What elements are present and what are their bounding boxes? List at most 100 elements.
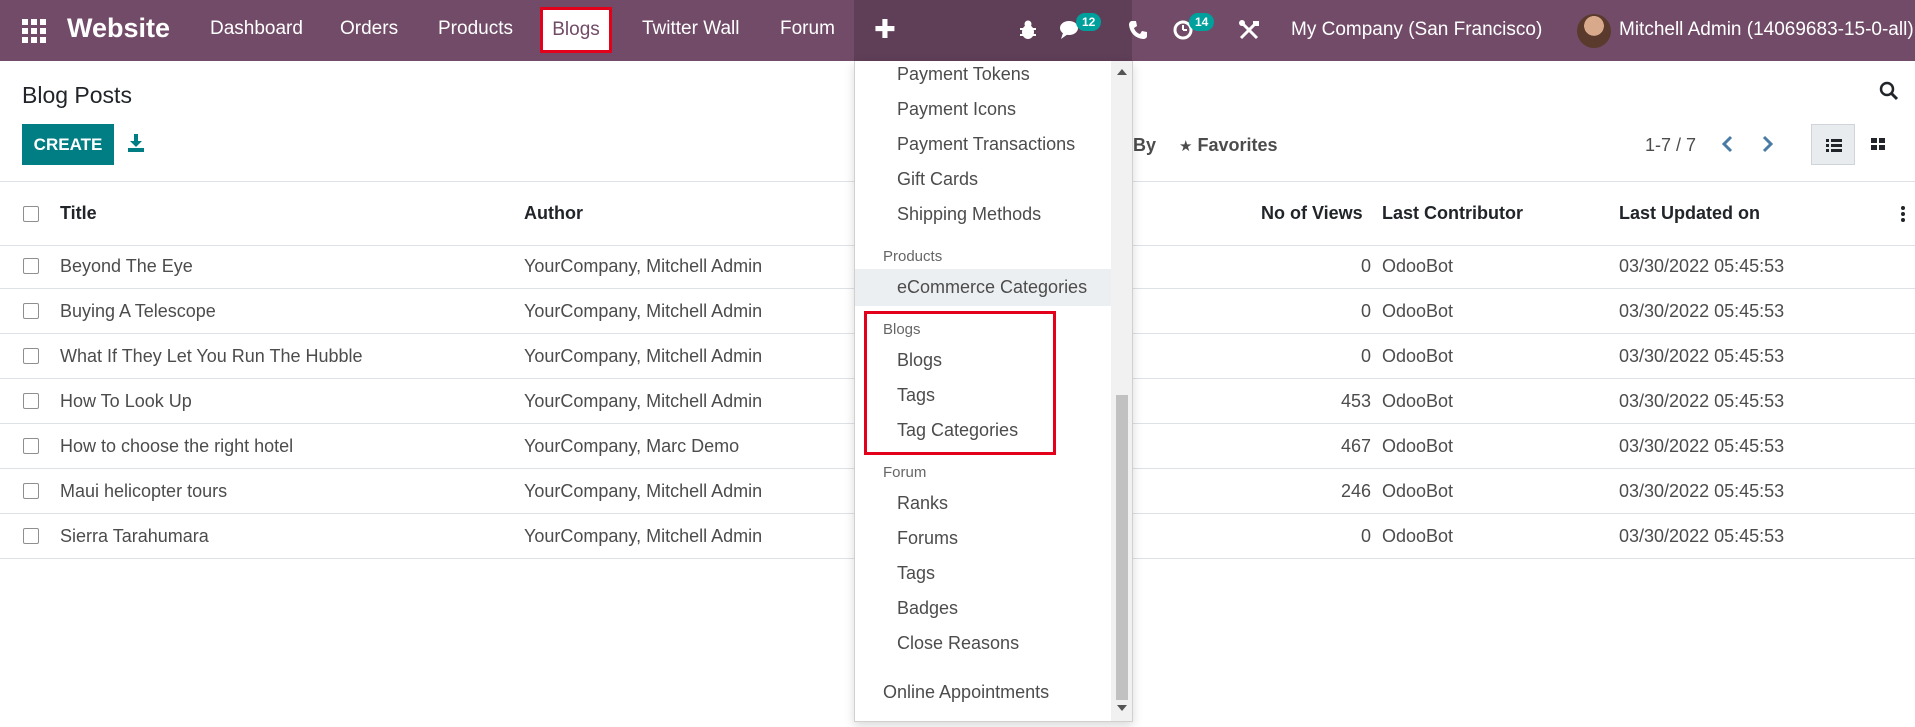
row-author: YourCompany, Mitchell Admin — [524, 256, 763, 276]
dropdown-item-close-reasons[interactable]: Close Reasons — [897, 633, 1019, 654]
search-icon[interactable] — [1879, 81, 1899, 101]
row-author: YourCompany, Mitchell Admin — [524, 481, 763, 501]
list-view-button[interactable] — [1811, 124, 1855, 165]
dropdown-item-gift-cards[interactable]: Gift Cards — [897, 169, 978, 190]
row-updated: 03/30/2022 05:45:53 — [1619, 256, 1785, 276]
row-updated: 03/30/2022 05:45:53 — [1619, 301, 1785, 321]
user-menu[interactable]: Mitchell Admin (14069683-15-0-all) — [1619, 19, 1914, 41]
dropdown-item-shipping-methods[interactable]: Shipping Methods — [897, 204, 1041, 225]
dropdown-item-payment-tokens[interactable]: Payment Tokens — [897, 64, 1030, 85]
activities-count-badge: 14 — [1189, 13, 1215, 31]
company-switcher[interactable]: My Company (San Francisco) — [1291, 19, 1542, 41]
tools-icon[interactable] — [1238, 19, 1260, 41]
row-checkbox[interactable] — [23, 303, 39, 319]
apps-grid-icon[interactable] — [22, 19, 46, 43]
row-views: 0 — [1360, 526, 1371, 546]
row-contributor: OdooBot — [1382, 526, 1454, 546]
row-title: How to choose the right hotel — [60, 436, 294, 456]
dropdown-item-payment-transactions[interactable]: Payment Transactions — [897, 134, 1075, 155]
row-author: YourCompany, Mitchell Admin — [524, 346, 763, 366]
scroll-down-arrow-icon[interactable] — [1117, 705, 1127, 711]
column-title[interactable]: Title — [60, 203, 97, 224]
column-last-updated[interactable]: Last Updated on — [1619, 203, 1760, 224]
dropdown-item-ecommerce-categories[interactable]: eCommerce Categories — [897, 277, 1087, 298]
phone-icon[interactable] — [1128, 20, 1148, 40]
row-updated: 03/30/2022 05:45:53 — [1619, 391, 1785, 411]
favorites-button[interactable]: ★ Favorites — [1179, 135, 1278, 156]
row-contributor: OdooBot — [1382, 346, 1454, 366]
pager-value[interactable]: 1-7 / 7 — [1645, 135, 1696, 156]
row-checkbox[interactable] — [23, 348, 39, 364]
app-name: Website — [67, 13, 171, 43]
dropdown-item-online-appointments[interactable]: Online Appointments — [883, 682, 1049, 703]
dropdown-item-forum-tags[interactable]: Tags — [897, 563, 935, 584]
plus-icon: ✚ — [874, 14, 896, 44]
row-views: 0 — [1360, 256, 1371, 276]
page-title: Blog Posts — [22, 82, 132, 108]
scrollbar-thumb[interactable] — [1116, 395, 1128, 700]
favorites-label: Favorites — [1197, 135, 1278, 155]
column-last-contributor[interactable]: Last Contributor — [1382, 203, 1523, 224]
dropdown-item-ranks[interactable]: Ranks — [897, 493, 948, 514]
dropdown-header-forum: Forum — [883, 464, 927, 481]
row-title: Sierra Tarahumara — [60, 526, 209, 546]
row-title: Beyond The Eye — [60, 256, 193, 276]
row-views: 246 — [1340, 481, 1371, 501]
list-view-icon — [1826, 139, 1842, 152]
top-navbar: Website Dashboard Orders Products Blogs … — [0, 0, 1915, 61]
menu-dashboard[interactable]: Dashboard — [210, 18, 303, 40]
dropdown-scrollbar[interactable] — [1111, 61, 1132, 721]
select-all-checkbox[interactable] — [23, 206, 39, 222]
row-updated: 03/30/2022 05:45:53 — [1619, 346, 1785, 366]
kanban-view-button[interactable] — [1856, 124, 1900, 165]
download-icon[interactable] — [127, 133, 145, 153]
row-checkbox[interactable] — [23, 438, 39, 454]
row-author: YourCompany, Marc Demo — [524, 436, 740, 456]
row-updated: 03/30/2022 05:45:53 — [1619, 526, 1785, 546]
column-author[interactable]: Author — [524, 203, 583, 224]
dropdown-item-forums[interactable]: Forums — [897, 528, 958, 549]
row-contributor: OdooBot — [1382, 436, 1454, 456]
dropdown-item-payment-icons[interactable]: Payment Icons — [897, 99, 1016, 120]
row-checkbox[interactable] — [23, 483, 39, 499]
dropdown-item-badges[interactable]: Badges — [897, 598, 958, 619]
chevron-right-icon[interactable] — [1757, 133, 1777, 155]
user-avatar[interactable] — [1577, 14, 1611, 48]
star-icon: ★ — [1179, 138, 1193, 155]
row-title: Buying A Telescope — [60, 301, 216, 321]
row-views: 467 — [1340, 436, 1371, 456]
kanban-view-icon — [1871, 138, 1885, 150]
row-updated: 03/30/2022 05:45:53 — [1619, 436, 1785, 456]
row-title: Maui helicopter tours — [60, 481, 228, 501]
row-views: 453 — [1340, 391, 1371, 411]
row-title: How To Look Up — [60, 391, 192, 411]
blogs-section-highlight — [864, 311, 1056, 455]
row-checkbox[interactable] — [23, 258, 39, 274]
row-contributor: OdooBot — [1382, 256, 1454, 276]
menu-blogs[interactable]: Blogs — [540, 7, 612, 53]
menu-forum[interactable]: Forum — [780, 18, 835, 40]
menu-blogs-label: Blogs — [552, 19, 600, 40]
menu-products[interactable]: Products — [438, 18, 513, 40]
dropdown-header-products: Products — [883, 248, 943, 265]
row-contributor: OdooBot — [1382, 301, 1454, 321]
row-checkbox[interactable] — [23, 528, 39, 544]
row-views: 0 — [1360, 301, 1371, 321]
create-button[interactable]: CREATE — [22, 124, 114, 165]
menu-orders[interactable]: Orders — [340, 18, 398, 40]
row-author: YourCompany, Mitchell Admin — [524, 526, 763, 546]
row-author: YourCompany, Mitchell Admin — [524, 301, 763, 321]
row-updated: 03/30/2022 05:45:53 — [1619, 481, 1785, 501]
column-options-icon[interactable] — [1900, 205, 1906, 223]
row-checkbox[interactable] — [23, 393, 39, 409]
row-author: YourCompany, Mitchell Admin — [524, 391, 763, 411]
debug-bug-icon[interactable] — [1018, 19, 1038, 41]
row-contributor: OdooBot — [1382, 391, 1454, 411]
scroll-up-arrow-icon[interactable] — [1117, 69, 1127, 75]
chevron-left-icon[interactable] — [1718, 133, 1738, 155]
group-by-button[interactable]: By — [1133, 135, 1156, 156]
row-title: What If They Let You Run The Hubble — [60, 346, 363, 366]
row-contributor: OdooBot — [1382, 481, 1454, 501]
column-views[interactable]: No of Views — [1261, 203, 1363, 224]
menu-twitter-wall[interactable]: Twitter Wall — [642, 18, 739, 40]
